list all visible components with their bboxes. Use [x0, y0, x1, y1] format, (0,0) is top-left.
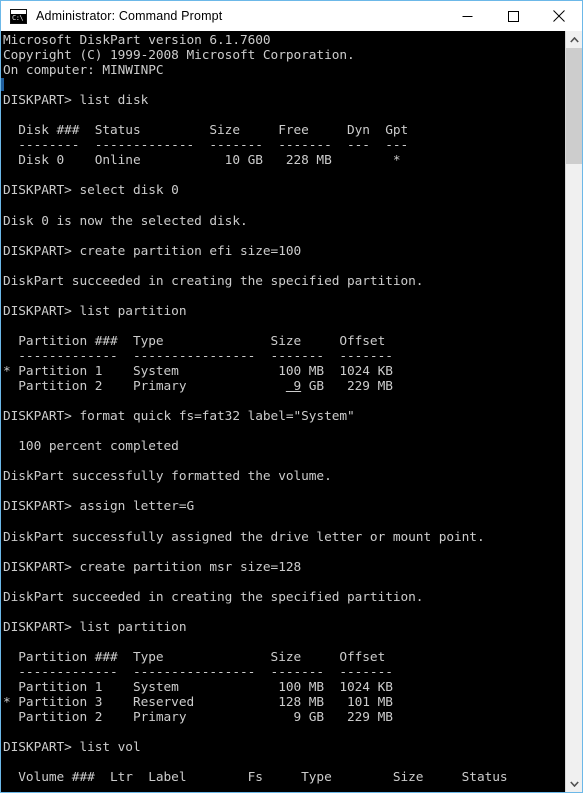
scrollbar-track[interactable]	[566, 48, 582, 775]
console-output[interactable]: Microsoft DiskPart version 6.1.7600 Copyr…	[1, 31, 565, 792]
minimize-button[interactable]	[444, 1, 490, 31]
scrollbar-thumb[interactable]	[566, 48, 582, 164]
console-line: DISKPART> list disk	[3, 93, 149, 109]
minimize-icon	[462, 15, 472, 17]
console-line: ---------- --- ----------- ----- -------…	[3, 785, 565, 792]
icon-prompt-glyph: C:\	[12, 13, 24, 22]
console-line: DISKPART> list partition	[3, 619, 187, 635]
console-line: Microsoft DiskPart version 6.1.7600	[3, 33, 271, 48]
console-line: Partition ### Type Size Offset	[3, 649, 386, 665]
console-line: DISKPART> list vol	[3, 740, 141, 756]
command-prompt-icon: C:\	[10, 8, 27, 24]
console-line: Copyright (C) 1999-2008 Microsoft Corpor…	[3, 48, 355, 64]
chevron-down-icon	[569, 780, 579, 787]
console-line: Partition 1 System 100 MB 1024 KB	[3, 680, 393, 696]
console-line: ------------- ---------------- ------- -…	[3, 348, 393, 364]
text-cursor-underline: 9	[285, 379, 302, 395]
console-line: Disk ### Status Size Free Dyn Gpt	[3, 123, 409, 139]
maximize-button[interactable]	[490, 1, 536, 31]
console-line: DISKPART> assign letter=G	[3, 499, 195, 515]
console-line: DISKPART> create partition efi size=100	[3, 243, 302, 259]
close-button[interactable]	[536, 1, 582, 31]
vertical-scrollbar[interactable]	[565, 31, 582, 792]
console-line: DiskPart succeeded in creating the speci…	[3, 273, 424, 289]
console-line: Partition 2 Primary 9 GB 229 MB	[3, 710, 393, 726]
console-line: Partition ### Type Size Offset	[3, 333, 386, 349]
close-icon	[553, 10, 565, 22]
console-line: Partition 2 Primary 9 GB 229 MB	[3, 379, 393, 395]
console-line: DISKPART> format quick fs=fat32 label="S…	[3, 409, 355, 425]
console-line: * Partition 3 Reserved 128 MB 101 MB	[3, 695, 393, 711]
text-selection-caret	[1, 78, 4, 92]
console-line: DiskPart successfully formatted the volu…	[3, 469, 332, 485]
maximize-icon	[507, 10, 519, 22]
console-line: Volume ### Ltr Label Fs Type Size Status	[3, 770, 508, 786]
console-line: On computer: MINWINPC	[3, 63, 164, 79]
console-line: Disk 0 is now the selected disk.	[3, 213, 248, 229]
console-area: Microsoft DiskPart version 6.1.7600 Copyr…	[1, 31, 582, 792]
window-controls	[444, 1, 582, 31]
window-title: Administrator: Command Prompt	[36, 9, 223, 23]
window-titlebar[interactable]: C:\ Administrator: Command Prompt	[1, 1, 582, 31]
console-line: DiskPart successfully assigned the drive…	[3, 529, 485, 545]
console-line: * Partition 1 System 100 MB 1024 KB	[3, 364, 393, 380]
command-prompt-window: C:\ Administrator: Command Prompt Micros…	[0, 0, 583, 793]
console-line: DISKPART> list partition	[3, 303, 187, 319]
console-line: Disk 0 Online 10 GB 228 MB *	[3, 153, 401, 169]
console-line: ------------- ---------------- ------- -…	[3, 664, 393, 680]
chevron-up-icon	[569, 36, 579, 43]
scroll-up-arrow[interactable]	[566, 31, 582, 48]
console-line: -------- ------------- ------- ------- -…	[3, 138, 409, 154]
scroll-down-arrow[interactable]	[566, 775, 582, 792]
console-line: DISKPART> create partition msr size=128	[3, 559, 302, 575]
console-line: 100 percent completed	[3, 439, 179, 455]
console-line: DISKPART> select disk 0	[3, 183, 179, 199]
console-line: DiskPart succeeded in creating the speci…	[3, 589, 424, 605]
